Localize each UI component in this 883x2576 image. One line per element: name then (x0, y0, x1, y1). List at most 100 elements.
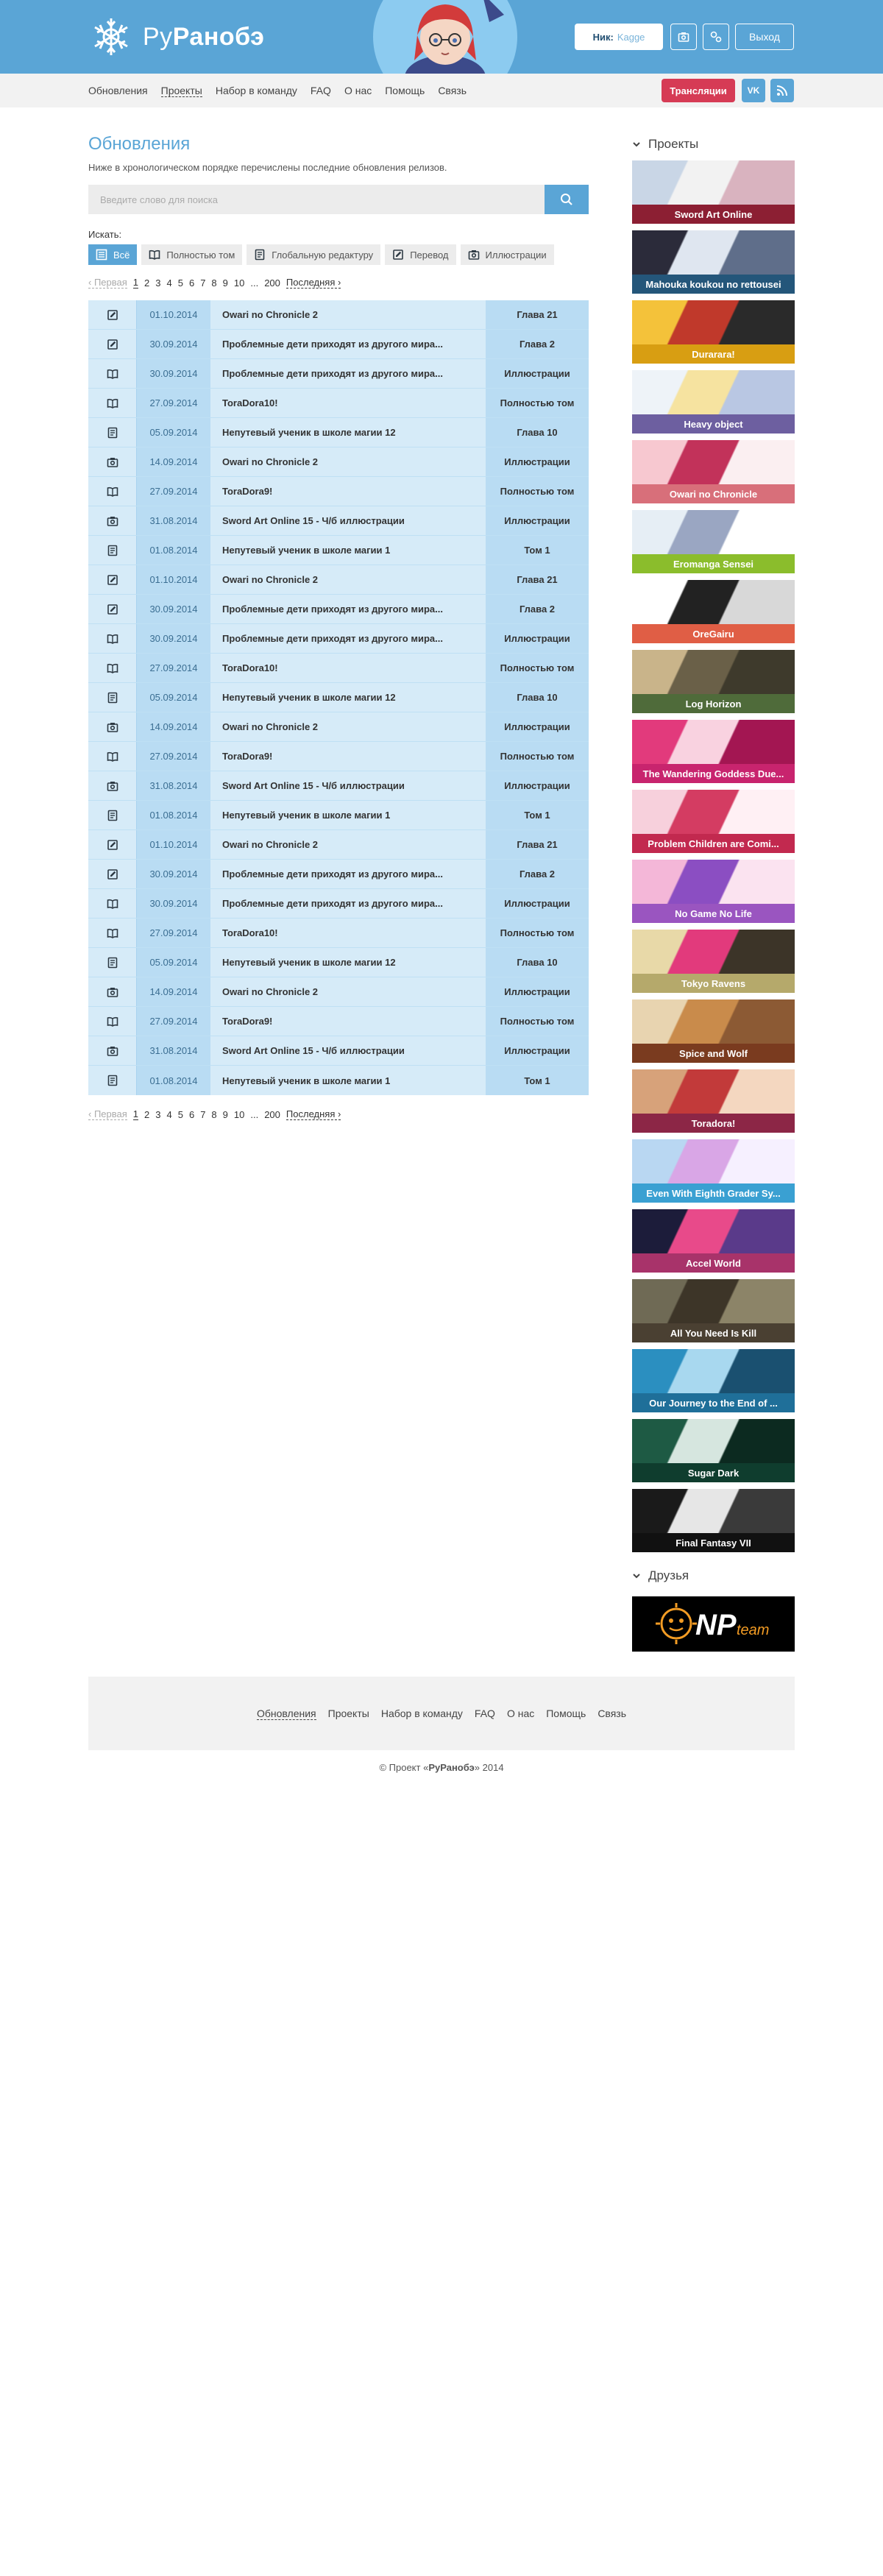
footer-link-2[interactable]: Набор в команду (381, 1708, 463, 1719)
logout-button[interactable]: Выход (735, 24, 794, 50)
project-oregairu[interactable]: OreGairu (632, 580, 795, 643)
table-row[interactable]: 27.09.2014 ToraDora9! Полностью том (88, 742, 589, 771)
table-row[interactable]: 31.08.2014 Sword Art Online 15 - Ч/б иллю… (88, 506, 589, 536)
pager-page[interactable]: 6 (189, 277, 194, 289)
footer-link-4[interactable]: О нас (507, 1708, 534, 1719)
release-title[interactable]: ToraDora9! (210, 1007, 486, 1036)
release-title[interactable]: Проблемные дети приходят из другого мира… (210, 860, 486, 888)
pager-page[interactable]: 3 (155, 277, 160, 289)
release-title[interactable]: Owari no Chronicle 2 (210, 712, 486, 741)
pager-page[interactable]: 1 (132, 277, 139, 289)
project-owari-no-chronicle[interactable]: Owari no Chronicle (632, 440, 795, 503)
table-row[interactable]: 01.10.2014 Owari no Chronicle 2 Глава 21 (88, 300, 589, 330)
release-title[interactable]: Owari no Chronicle 2 (210, 977, 486, 1006)
footer-link-5[interactable]: Помощь (546, 1708, 586, 1719)
project-the-wandering-goddess-due[interactable]: The Wandering Goddess Due... (632, 720, 795, 783)
pager-page[interactable]: 8 (211, 277, 216, 289)
filter-3[interactable]: Перевод (385, 244, 456, 265)
release-title[interactable]: ToraDora10! (210, 919, 486, 947)
table-row[interactable]: 31.08.2014 Sword Art Online 15 - Ч/б иллю… (88, 771, 589, 801)
project-heavy-object[interactable]: Heavy object (632, 370, 795, 434)
pager-page[interactable]: 4 (166, 277, 171, 289)
release-title[interactable]: Owari no Chronicle 2 (210, 830, 486, 859)
pager-page[interactable]: 3 (155, 1109, 160, 1120)
filter-2[interactable]: Глобальную редактуру (247, 244, 381, 265)
nav-item-5[interactable]: Помощь (385, 85, 425, 96)
nickname-field[interactable]: Ник: Kagge (575, 24, 663, 50)
nav-item-4[interactable]: О нас (344, 85, 372, 96)
table-row[interactable]: 27.09.2014 ToraDora10! Полностью том (88, 919, 589, 948)
release-title[interactable]: Непутевый ученик в школе магии 1 (210, 536, 486, 565)
table-row[interactable]: 01.08.2014 Непутевый ученик в школе магии… (88, 536, 589, 565)
filter-1[interactable]: Полностью том (141, 244, 243, 265)
project-tokyo-ravens[interactable]: Tokyo Ravens (632, 930, 795, 993)
pager-page[interactable]: 8 (211, 1109, 216, 1120)
release-title[interactable]: Проблемные дети приходят из другого мира… (210, 359, 486, 388)
release-title[interactable]: Owari no Chronicle 2 (210, 300, 486, 329)
search-button[interactable] (545, 185, 589, 214)
pager-page[interactable]: 7 (200, 277, 205, 289)
release-title[interactable]: Непутевый ученик в школе магии 1 (210, 1066, 486, 1095)
release-title[interactable]: ToraDora9! (210, 477, 486, 506)
release-title[interactable]: Sword Art Online 15 - Ч/б иллюстрации (210, 1036, 486, 1065)
filter-4[interactable]: Иллюстрации (460, 244, 554, 265)
release-title[interactable]: Проблемные дети приходят из другого мира… (210, 330, 486, 358)
release-title[interactable]: Непутевый ученик в школе магии 12 (210, 948, 486, 977)
table-row[interactable]: 27.09.2014 ToraDora9! Полностью том (88, 1007, 589, 1036)
streams-button[interactable]: Трансляции (662, 79, 735, 102)
release-title[interactable]: Sword Art Online 15 - Ч/б иллюстрации (210, 506, 486, 535)
rss-button[interactable] (770, 79, 794, 102)
table-row[interactable]: 14.09.2014 Owari no Chronicle 2 Иллюстраци… (88, 447, 589, 477)
table-row[interactable]: 30.09.2014 Проблемные дети приходят из др… (88, 595, 589, 624)
project-all-you-need-is-kill[interactable]: All You Need Is Kill (632, 1279, 795, 1342)
site-logo[interactable]: РуРанобэ (88, 13, 264, 60)
project-our-journey-to-the-end-of[interactable]: Our Journey to the End of ... (632, 1349, 795, 1412)
np-team-banner[interactable]: NP team (632, 1596, 795, 1652)
nav-item-6[interactable]: Связь (438, 85, 467, 96)
project-eromanga-sensei[interactable]: Eromanga Sensei (632, 510, 795, 573)
nav-item-3[interactable]: FAQ (311, 85, 331, 96)
project-problem-children-are-comi[interactable]: Problem Children are Comi... (632, 790, 795, 853)
pager-first[interactable]: ‹ Первая (88, 277, 127, 289)
release-title[interactable]: Sword Art Online 15 - Ч/б иллюстрации (210, 771, 486, 800)
table-row[interactable]: 30.09.2014 Проблемные дети приходят из др… (88, 889, 589, 919)
table-row[interactable]: 30.09.2014 Проблемные дети приходят из др… (88, 359, 589, 389)
release-title[interactable]: ToraDora10! (210, 389, 486, 417)
project-even-with-eighth-grader-sy[interactable]: Even With Eighth Grader Sy... (632, 1139, 795, 1203)
table-row[interactable]: 05.09.2014 Непутевый ученик в школе магии… (88, 683, 589, 712)
table-row[interactable]: 01.10.2014 Owari no Chronicle 2 Глава 21 (88, 565, 589, 595)
table-row[interactable]: 27.09.2014 ToraDora10! Полностью том (88, 654, 589, 683)
table-row[interactable]: 01.10.2014 Owari no Chronicle 2 Глава 21 (88, 830, 589, 860)
pager-page[interactable]: 200 (264, 1109, 280, 1120)
project-no-game-no-life[interactable]: No Game No Life (632, 860, 795, 923)
search-input[interactable] (88, 185, 545, 214)
filter-0[interactable]: Всё (88, 244, 138, 265)
release-title[interactable]: Проблемные дети приходят из другого мира… (210, 595, 486, 623)
footer-link-6[interactable]: Связь (597, 1708, 626, 1719)
footer-link-1[interactable]: Проекты (328, 1708, 369, 1719)
pager-page[interactable]: 6 (189, 1109, 194, 1120)
pager-page[interactable]: 4 (166, 1109, 171, 1120)
pager-page[interactable]: 10 (234, 1109, 244, 1120)
project-durarara[interactable]: Durarara! (632, 300, 795, 364)
friends-header[interactable]: Друзья (632, 1565, 795, 1586)
release-title[interactable]: Проблемные дети приходят из другого мира… (210, 624, 486, 653)
table-row[interactable]: 27.09.2014 ToraDora9! Полностью том (88, 477, 589, 506)
release-title[interactable]: ToraDora10! (210, 654, 486, 682)
release-title[interactable]: Непутевый ученик в школе магии 12 (210, 418, 486, 447)
release-title[interactable]: Owari no Chronicle 2 (210, 447, 486, 476)
table-row[interactable]: 05.09.2014 Непутевый ученик в школе магии… (88, 418, 589, 447)
release-title[interactable]: Owari no Chronicle 2 (210, 565, 486, 594)
pager-page[interactable]: 2 (144, 1109, 149, 1120)
project-sugar-dark[interactable]: Sugar Dark (632, 1419, 795, 1482)
release-title[interactable]: Непутевый ученик в школе магии 12 (210, 683, 486, 712)
release-title[interactable]: Проблемные дети приходят из другого мира… (210, 889, 486, 918)
project-final-fantasy-vii[interactable]: Final Fantasy VII (632, 1489, 795, 1552)
pager-page[interactable]: 10 (234, 277, 244, 289)
pager-page[interactable]: 1 (132, 1108, 139, 1120)
nav-item-0[interactable]: Обновления (88, 85, 148, 96)
table-row[interactable]: 30.09.2014 Проблемные дети приходят из др… (88, 624, 589, 654)
projects-header[interactable]: Проекты (632, 134, 795, 155)
footer-link-0[interactable]: Обновления (257, 1708, 316, 1720)
project-log-horizon[interactable]: Log Horizon (632, 650, 795, 713)
